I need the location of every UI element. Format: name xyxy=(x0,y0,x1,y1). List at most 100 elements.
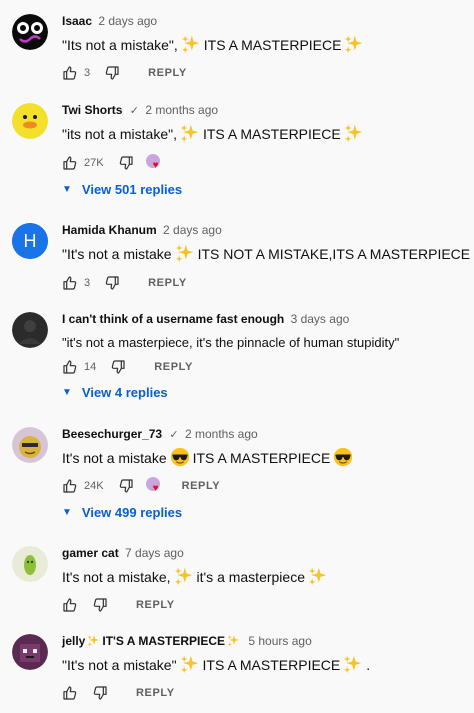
avatar-image xyxy=(12,546,48,582)
caret-down-icon: ▼ xyxy=(62,184,72,195)
comment-meta: I can't think of a username fast enough … xyxy=(62,312,349,326)
sparkles-icon xyxy=(181,34,201,54)
comment-text: "its not a mistake", ITS A MASTERPIECE xyxy=(62,123,367,145)
dislike-button[interactable] xyxy=(110,359,126,375)
avatar-letter: H xyxy=(23,231,37,251)
like-count: 3 xyxy=(84,67,91,79)
timestamp[interactable]: 2 days ago xyxy=(163,223,222,237)
like-button[interactable] xyxy=(62,478,78,494)
author-name[interactable]: jelly IT'S A MASTERPIECE xyxy=(62,634,242,648)
author-name[interactable]: gamer cat xyxy=(62,546,119,560)
like-button[interactable] xyxy=(62,275,78,291)
sparkles-icon xyxy=(308,566,328,586)
view-replies-button[interactable]: ▼ View 501 replies xyxy=(62,182,182,197)
sparkles-icon xyxy=(175,243,195,263)
comment-text: "It's not a mistake" ITS A MASTERPIECE. xyxy=(62,654,370,676)
comment-text-part: ITS A MASTERPIECE xyxy=(203,37,342,53)
comment-meta: Twi Shorts ✓ 2 months ago xyxy=(62,103,218,118)
view-replies-label: View 499 replies xyxy=(81,505,183,520)
creator-heart-badge: ♥ xyxy=(145,154,164,172)
dislike-button[interactable] xyxy=(92,685,108,701)
thumb-down-icon xyxy=(92,685,108,701)
comment-actions: 27K ♥ xyxy=(62,154,182,172)
dislike-button[interactable] xyxy=(104,275,120,291)
thumb-up-icon xyxy=(62,155,78,171)
like-count: 3 xyxy=(84,277,91,289)
thumb-down-icon xyxy=(118,478,134,494)
like-count: 14 xyxy=(84,361,97,373)
like-button[interactable] xyxy=(62,685,78,701)
comment-meta: Beesechurger_73 ✓ 2 months ago xyxy=(62,427,258,442)
avatar[interactable] xyxy=(12,634,48,670)
view-replies-button[interactable]: ▼ View 4 replies xyxy=(62,385,168,400)
avatar[interactable] xyxy=(12,312,48,348)
comment-text-part: "its not a mistake", xyxy=(62,126,177,142)
comment-text: "it's not a masterpiece, it's the pinnac… xyxy=(62,335,400,350)
like-button[interactable] xyxy=(62,597,78,613)
author-name[interactable]: Isaac xyxy=(62,14,92,28)
thumb-up-icon xyxy=(62,685,78,701)
thumb-down-icon xyxy=(118,155,134,171)
like-button[interactable] xyxy=(62,359,78,375)
verified-check-icon: ✓ xyxy=(129,105,140,117)
reply-button[interactable]: REPLY xyxy=(136,687,175,699)
thumb-up-icon xyxy=(62,359,78,375)
comment-text-part: ITS A MASTERPIECE xyxy=(202,657,341,673)
comment-text-part: "It's not a mistake" xyxy=(62,657,177,673)
heart-icon: ♥ xyxy=(152,160,159,171)
comment-actions: REPLY xyxy=(62,596,175,614)
comment-actions: REPLY xyxy=(62,684,175,702)
sunglasses-emoji-icon xyxy=(170,447,190,467)
like-count: 27K xyxy=(84,157,104,169)
caret-down-icon: ▼ xyxy=(62,507,72,518)
thumb-up-icon xyxy=(62,275,78,291)
avatar[interactable] xyxy=(12,546,48,582)
comment-text-part: . xyxy=(366,657,371,673)
timestamp[interactable]: 2 days ago xyxy=(98,14,157,28)
dislike-button[interactable] xyxy=(118,155,134,171)
like-button[interactable] xyxy=(62,155,78,171)
reply-button[interactable]: REPLY xyxy=(148,277,187,289)
avatar[interactable]: H xyxy=(12,223,48,259)
reply-button[interactable]: REPLY xyxy=(182,480,221,492)
timestamp[interactable]: 7 days ago xyxy=(125,546,184,560)
author-name[interactable]: Beesechurger_73 xyxy=(62,427,162,441)
timestamp[interactable]: 5 hours ago xyxy=(248,634,311,648)
author-name[interactable]: Twi Shorts xyxy=(62,103,122,117)
dislike-button[interactable] xyxy=(92,597,108,613)
reply-button[interactable]: REPLY xyxy=(154,361,193,373)
sparkles-icon xyxy=(180,123,200,143)
dislike-button[interactable] xyxy=(118,478,134,494)
comment-text-part: "It's not a mistake xyxy=(62,246,172,262)
timestamp[interactable]: 3 days ago xyxy=(291,312,350,326)
avatar-image xyxy=(12,427,48,463)
comment-text-part: It's not a mistake xyxy=(62,450,167,466)
reply-button[interactable]: REPLY xyxy=(148,67,187,79)
sparkles-icon xyxy=(343,654,363,674)
author-name[interactable]: Hamida Khanum xyxy=(62,223,157,237)
like-button[interactable] xyxy=(62,65,78,81)
comment-text-part: ITS NOT A MISTAKE,ITS A MASTERPIECE xyxy=(197,246,471,262)
dislike-button[interactable] xyxy=(104,65,120,81)
reply-button[interactable]: REPLY xyxy=(136,599,175,611)
thumb-up-icon xyxy=(62,65,78,81)
view-replies-button[interactable]: ▼ View 499 replies xyxy=(62,505,182,520)
avatar-image xyxy=(12,312,48,348)
comment-meta: gamer cat 7 days ago xyxy=(62,546,184,560)
avatar[interactable] xyxy=(12,103,48,139)
sparkles-icon xyxy=(344,34,364,54)
comment-meta: Hamida Khanum 2 days ago xyxy=(62,223,222,237)
view-replies-label: View 4 replies xyxy=(81,385,168,400)
comment-text-part: "Its not a mistake", xyxy=(62,37,178,53)
timestamp[interactable]: 2 months ago xyxy=(145,103,218,117)
thumb-down-icon xyxy=(92,597,108,613)
author-name[interactable]: I can't think of a username fast enough xyxy=(62,312,284,326)
comment-text-part: it's a masterpiece xyxy=(196,569,306,585)
verified-check-icon: ✓ xyxy=(169,429,179,441)
comment-meta: Isaac 2 days ago xyxy=(62,14,157,28)
sunglasses-emoji-icon xyxy=(333,447,353,467)
timestamp[interactable]: 2 months ago xyxy=(185,427,258,441)
avatar[interactable] xyxy=(12,14,48,50)
avatar[interactable] xyxy=(12,427,48,463)
comment-actions: 3 REPLY xyxy=(62,64,187,82)
